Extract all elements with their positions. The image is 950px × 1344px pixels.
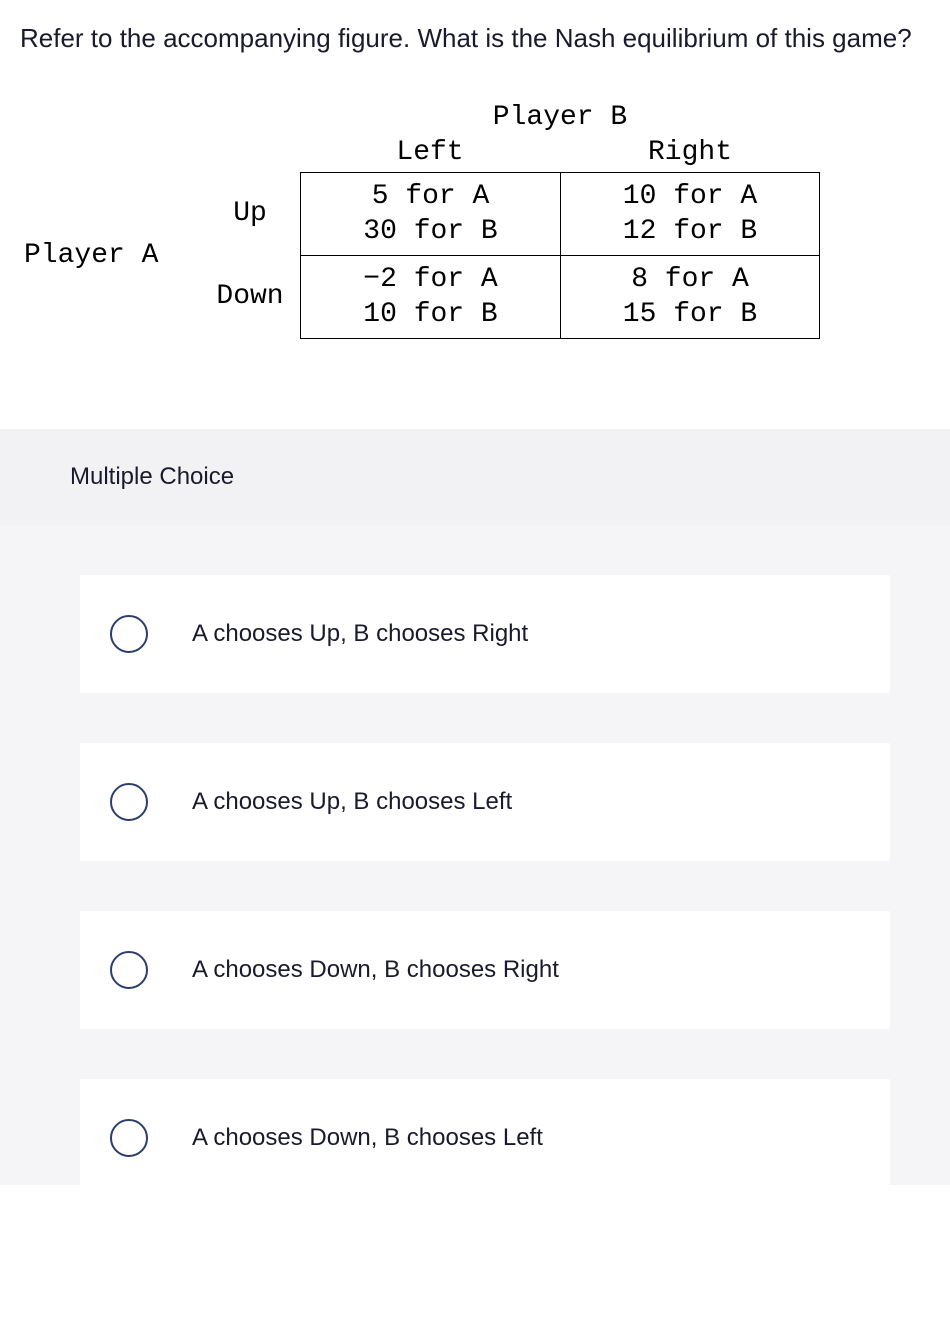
payoff-a: −2 for A [309, 262, 552, 297]
payoff-a: 10 for A [569, 179, 811, 214]
option-label: A chooses Up, B chooses Left [192, 788, 512, 816]
col-header-right: Right [560, 135, 820, 172]
radio-icon[interactable] [110, 615, 148, 653]
option-label: A chooses Down, B chooses Right [192, 956, 559, 984]
cell-down-left: −2 for A 10 for B [300, 255, 560, 339]
row-header-down: Down [200, 255, 300, 339]
radio-icon[interactable] [110, 783, 148, 821]
payoff-b: 30 for B [309, 214, 552, 249]
payoff-matrix: Player B Left Right Player A Up 5 for A … [20, 98, 930, 339]
player-a-header: Player A [20, 172, 200, 339]
option-3[interactable]: A chooses Down, B chooses Right [80, 911, 890, 1029]
payoff-b: 12 for B [569, 214, 811, 249]
cell-up-left: 5 for A 30 for B [300, 172, 560, 255]
payoff-b: 10 for B [309, 297, 552, 332]
radio-icon[interactable] [110, 1119, 148, 1157]
option-label: A chooses Up, B chooses Right [192, 620, 528, 648]
option-4[interactable]: A chooses Down, B chooses Left [80, 1079, 890, 1185]
option-1[interactable]: A chooses Up, B chooses Right [80, 575, 890, 693]
radio-icon[interactable] [110, 951, 148, 989]
option-2[interactable]: A chooses Up, B chooses Left [80, 743, 890, 861]
question-text: Refer to the accompanying figure. What i… [20, 20, 930, 58]
row-header-up: Up [200, 172, 300, 255]
mc-heading: Multiple Choice [0, 429, 950, 525]
option-label: A chooses Down, B chooses Left [192, 1124, 543, 1152]
player-b-header: Player B [300, 98, 820, 135]
payoff-a: 5 for A [309, 179, 552, 214]
multiple-choice-section: Multiple Choice A chooses Up, B chooses … [0, 429, 950, 1185]
cell-down-right: 8 for A 15 for B [560, 255, 820, 339]
payoff-b: 15 for B [569, 297, 811, 332]
col-header-left: Left [300, 135, 560, 172]
cell-up-right: 10 for A 12 for B [560, 172, 820, 255]
payoff-a: 8 for A [569, 262, 811, 297]
